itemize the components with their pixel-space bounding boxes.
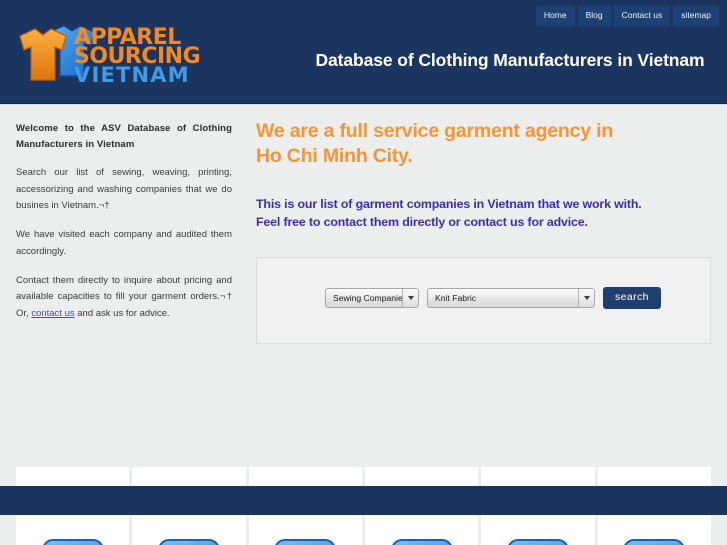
category-dropdown-value: Sewing Companies <box>333 292 408 303</box>
nav-item-blog[interactable]: Blog <box>577 6 611 26</box>
category-dropdown[interactable]: Sewing Companies <box>325 288 419 309</box>
sidebar-paragraph-2: We have visited each company and audited… <box>16 229 232 257</box>
site-footer <box>0 486 727 515</box>
top-navigation[interactable]: Home Blog Contact us sitemap <box>535 6 719 26</box>
main-content: We are a full service garment agency in … <box>256 119 711 345</box>
main-subheading: This is our list of garment companies in… <box>256 196 711 231</box>
search-form: Sewing Companies Knit Fabric search <box>325 287 661 309</box>
main-headline: We are a full service garment agency in … <box>256 119 711 169</box>
site-title: Database of Clothing Manufacturers in Vi… <box>315 50 705 70</box>
chevron-down-icon[interactable] <box>402 289 418 308</box>
site-header: APPAREL SOURCING VIETNAM Home Blog Conta… <box>0 0 727 104</box>
sidebar: Welcome to the ASV Database of Clothing … <box>16 121 232 335</box>
woven-fabric-icon: Woven <box>157 539 220 545</box>
sidebar-paragraph-3-after: and ask us for advice. <box>74 307 170 319</box>
nav-item-contact-us[interactable]: Contact us <box>613 6 671 26</box>
printed-shirt-icon: Shirt <box>274 539 337 545</box>
knit-fabric-icon: Knit <box>41 539 104 545</box>
sidebar-paragraph-3: Contact them directly to inquire about p… <box>16 273 232 322</box>
main-subheading-line-1: This is our list of garment companies in… <box>256 196 642 211</box>
search-button[interactable]: search <box>603 287 661 309</box>
nav-item-sitemap[interactable]: sitemap <box>673 6 719 26</box>
nav-item-home[interactable]: Home <box>535 6 575 26</box>
main-headline-line-1: We are a full service garment agency in <box>256 120 614 142</box>
stones-icon: Stones <box>623 539 686 545</box>
main-subheading-line-2: Feel free to contact them directly or co… <box>256 214 588 229</box>
fabric-dropdown[interactable]: Knit Fabric <box>427 288 595 309</box>
sidebar-paragraph-1: Search our list of sewing, weaving, prin… <box>16 167 232 211</box>
ink-splats-icon: Printing <box>506 539 569 545</box>
embroidery-icon: Embroidery <box>390 539 453 545</box>
fabric-dropdown-value: Knit Fabric <box>435 292 477 303</box>
svg-text:VIETNAM: VIETNAM <box>74 63 190 87</box>
main-headline-line-2: Ho Chi Minh City. <box>256 144 413 167</box>
chevron-down-icon[interactable] <box>578 289 594 308</box>
site-logo[interactable]: APPAREL SOURCING VIETNAM <box>12 14 228 90</box>
search-panel: Sewing Companies Knit Fabric search <box>256 257 711 345</box>
contact-us-link[interactable]: contact us <box>31 308 74 319</box>
page-body: Welcome to the ASV Database of Clothing … <box>0 104 727 545</box>
sidebar-heading: Welcome to the ASV Database of Clothing … <box>16 123 232 150</box>
